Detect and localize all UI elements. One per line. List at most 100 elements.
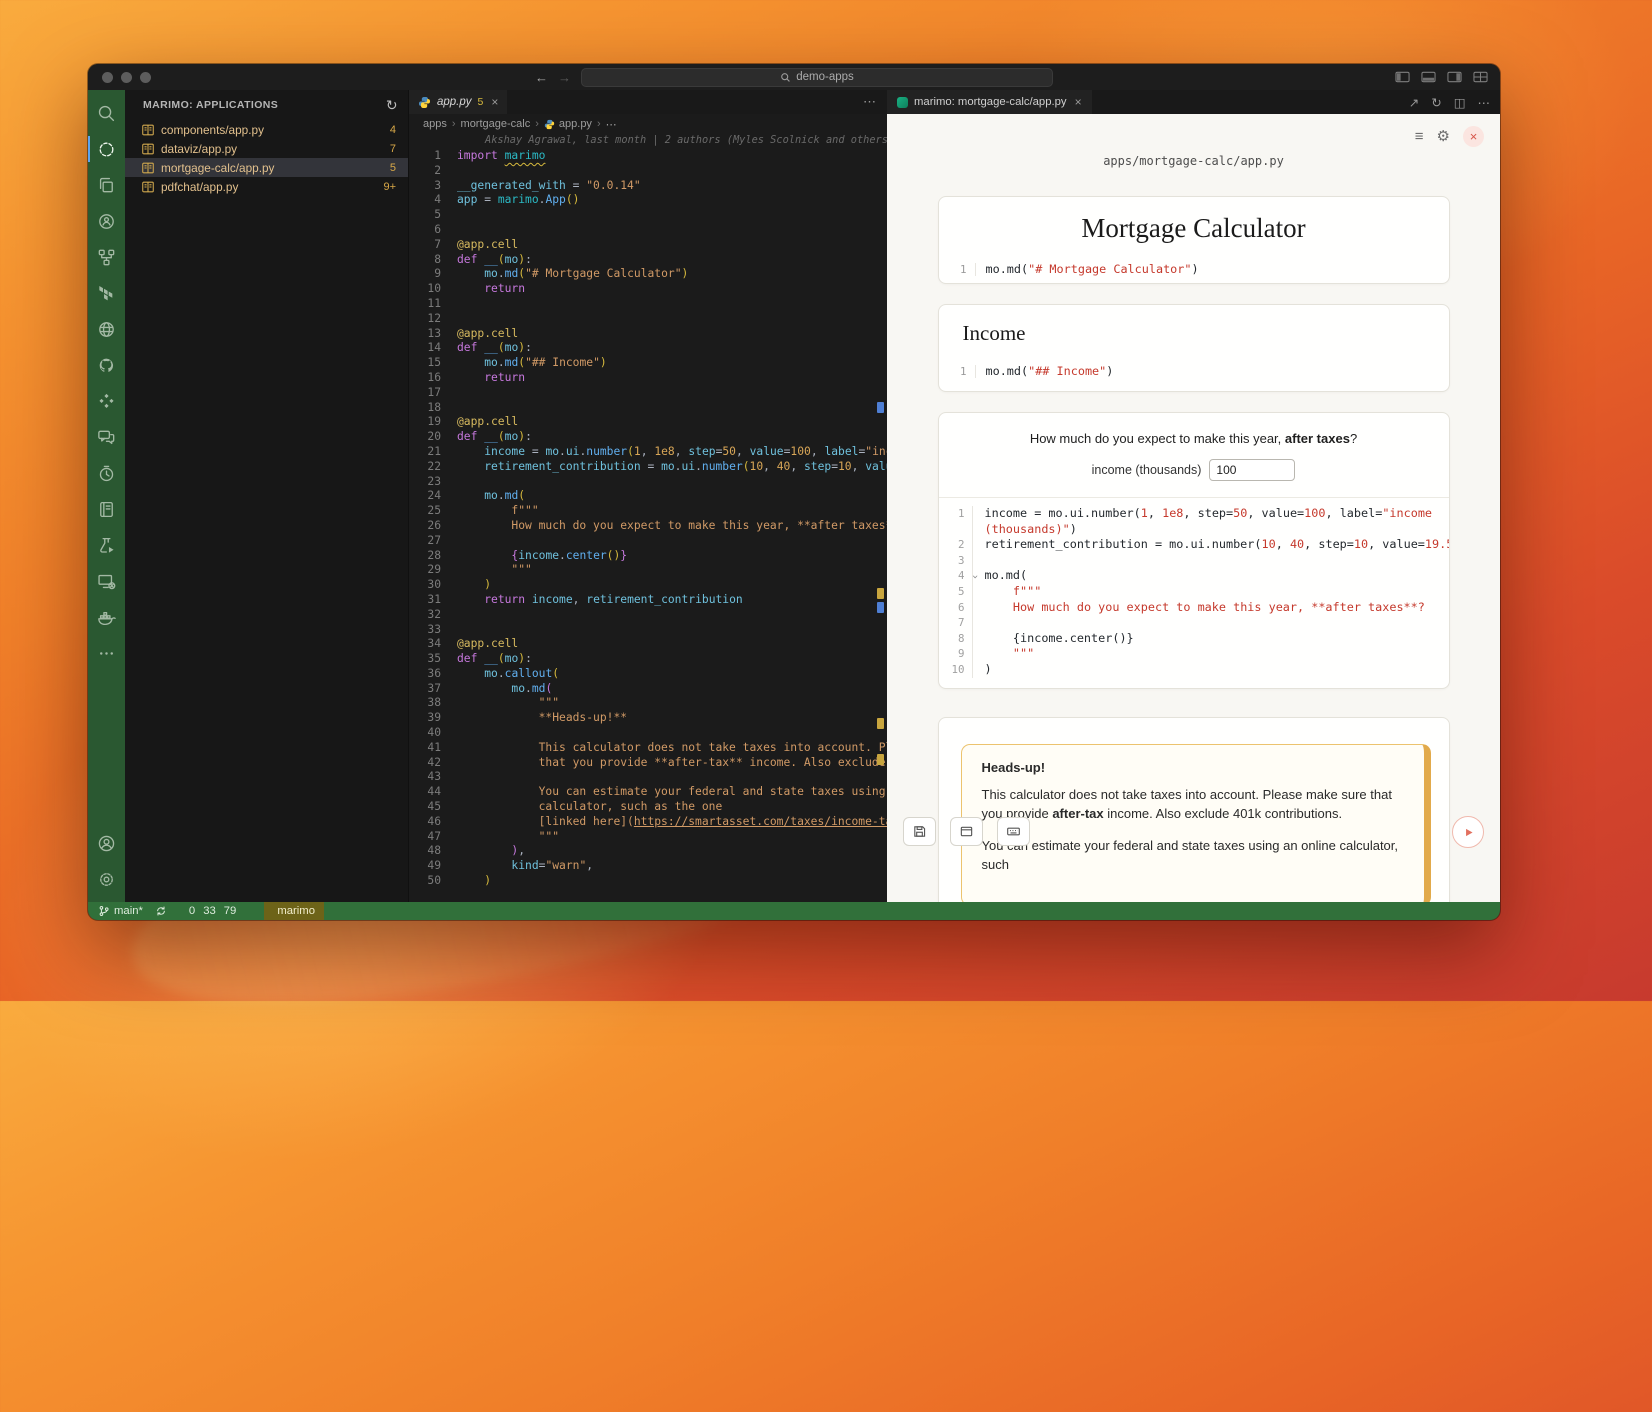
- copy-files-icon[interactable]: [88, 168, 125, 202]
- search-icon[interactable]: [88, 96, 125, 130]
- toggle-secondary-sidebar-icon[interactable]: [1447, 71, 1462, 83]
- marimo-app-view: ≡ ⚙ × apps/mortgage-calc/app.py Mortgage…: [887, 114, 1500, 902]
- notebook-icon[interactable]: [88, 492, 125, 526]
- timer-icon[interactable]: [88, 456, 125, 490]
- sync-changes-button[interactable]: [155, 902, 167, 920]
- problems-status[interactable]: 0 33 79: [185, 905, 236, 917]
- code-line: 42 that you provide **after-tax** income…: [409, 756, 887, 771]
- code-line: 36 mo.callout(: [409, 667, 887, 682]
- line-number: 7: [939, 615, 972, 631]
- python-icon: [418, 96, 431, 109]
- cell-code-line: 3: [939, 553, 1449, 569]
- breadcrumb-item[interactable]: ⋯: [606, 118, 617, 131]
- test-run-icon[interactable]: [88, 528, 125, 562]
- sidebar-item-dataviz-app-py[interactable]: dataviz/app.py7: [125, 139, 408, 158]
- vscode-window: ← → demo-apps MARIMO: APPLICATIONS ↻ com…: [88, 64, 1500, 920]
- breadcrumb: apps›mortgage-calc›app.py›⋯: [409, 114, 887, 134]
- docker-icon[interactable]: [88, 600, 125, 634]
- callout-title: Heads-up!: [982, 760, 1404, 775]
- line-number: 50: [409, 874, 457, 889]
- tab-marimo-preview[interactable]: marimo: mortgage-calc/app.py ×: [887, 90, 1092, 114]
- line-number: 19: [409, 415, 457, 430]
- tab-app-py[interactable]: app.py 5 ×: [409, 90, 507, 114]
- sidebar-item-components-app-py[interactable]: components/app.py4: [125, 120, 408, 139]
- keyboard-button[interactable]: [997, 817, 1030, 846]
- navigate-forward-button[interactable]: →: [558, 70, 571, 85]
- toggle-primary-sidebar-icon[interactable]: [1395, 71, 1410, 83]
- comments-icon[interactable]: [88, 420, 125, 454]
- breadcrumb-item[interactable]: app.py: [544, 118, 592, 130]
- code-line: 13@app.cell: [409, 327, 887, 342]
- ruler-change-mark: [877, 718, 884, 729]
- save-button[interactable]: [903, 817, 936, 846]
- fold-chevron-icon[interactable]: ›: [967, 574, 983, 581]
- line-number: 18: [409, 401, 457, 416]
- line-number: 7: [409, 238, 457, 253]
- zoom-window-button[interactable]: [140, 72, 151, 83]
- marimo-status-item[interactable]: marimo: [264, 902, 324, 920]
- line-number: 9: [939, 646, 972, 662]
- github-icon[interactable]: [88, 348, 125, 382]
- globe-icon[interactable]: [88, 312, 125, 346]
- sidebar-item-pdfchat-app-py[interactable]: pdfchat/app.py9+: [125, 177, 408, 196]
- app-title: Mortgage Calculator: [939, 213, 1449, 244]
- line-number: 10: [409, 282, 457, 297]
- refresh-icon[interactable]: ↻: [386, 97, 398, 114]
- line-number: [939, 522, 972, 538]
- panel-tab-label: marimo: mortgage-calc/app.py: [914, 96, 1067, 108]
- marimo-extension-icon[interactable]: [88, 132, 125, 166]
- more-actions-icon[interactable]: ⋯: [1478, 95, 1491, 110]
- overview-ruler[interactable]: [877, 174, 885, 902]
- line-number: 20: [409, 430, 457, 445]
- pieces-icon[interactable]: [88, 384, 125, 418]
- settings-icon[interactable]: [88, 862, 125, 896]
- sidebar-item-mortgage-calc-app-py[interactable]: mortgage-calc/app.py5: [125, 158, 408, 177]
- run-button[interactable]: [1452, 816, 1484, 848]
- account-icon[interactable]: [88, 826, 125, 860]
- git-branch-status[interactable]: main*: [98, 902, 143, 920]
- breadcrumb-item[interactable]: apps: [423, 118, 447, 130]
- line-number: 26: [409, 519, 457, 534]
- code-line: 46 [linked here](https://smartasset.com/…: [409, 815, 887, 830]
- remote-explorer-icon[interactable]: [88, 564, 125, 598]
- code-line: 7@app.cell: [409, 238, 887, 253]
- navigate-back-button[interactable]: ←: [535, 70, 548, 85]
- more-icon[interactable]: [88, 636, 125, 670]
- close-tab-icon[interactable]: ×: [1075, 95, 1082, 109]
- terraform-icon[interactable]: [88, 276, 125, 310]
- test-explorer-icon[interactable]: [88, 204, 125, 238]
- minimize-window-button[interactable]: [121, 72, 132, 83]
- menu-icon[interactable]: ≡: [1415, 129, 1424, 144]
- cell-count-badge: 9+: [383, 181, 396, 193]
- code-editor[interactable]: 1import marimo23__generated_with = "0.0.…: [409, 149, 887, 902]
- symbols-icon[interactable]: [88, 240, 125, 274]
- line-number: 48: [409, 844, 457, 859]
- income-input[interactable]: [1209, 459, 1295, 481]
- editor-actions-more-icon[interactable]: ⋯: [863, 94, 877, 110]
- reload-icon[interactable]: ↻: [1431, 95, 1441, 110]
- activity-bar: [88, 90, 125, 902]
- line-number: 21: [409, 445, 457, 460]
- cell-code[interactable]: mo.md("# Mortgage Calculator"): [976, 262, 1199, 276]
- close-app-icon[interactable]: ×: [1463, 126, 1484, 147]
- cell-code-block[interactable]: 1income = mo.ui.number(1, 1e8, step=50, …: [939, 497, 1449, 688]
- window-button[interactable]: [950, 817, 983, 846]
- breadcrumb-item[interactable]: mortgage-calc: [461, 118, 531, 130]
- marimo-icon: [897, 97, 908, 108]
- command-center-search[interactable]: demo-apps: [581, 68, 1053, 87]
- open-in-editor-icon[interactable]: ↗: [1409, 95, 1419, 110]
- close-window-button[interactable]: [102, 72, 113, 83]
- line-number: 16: [409, 371, 457, 386]
- gear-icon[interactable]: ⚙: [1437, 129, 1450, 144]
- customize-layout-icon[interactable]: [1473, 71, 1488, 83]
- tab-label: app.py: [437, 96, 472, 108]
- split-editor-icon[interactable]: ◫: [1454, 95, 1466, 110]
- sidebar: MARIMO: APPLICATIONS ↻ components/app.py…: [125, 90, 409, 902]
- code-line: 5: [409, 208, 887, 223]
- close-tab-icon[interactable]: ×: [491, 95, 498, 109]
- toggle-panel-icon[interactable]: [1421, 71, 1436, 83]
- cell-code-line: 1income = mo.ui.number(1, 1e8, step=50, …: [939, 506, 1449, 522]
- cell-code[interactable]: mo.md("## Income"): [976, 364, 1114, 378]
- code-line: 1import marimo: [409, 149, 887, 164]
- line-number: 8: [409, 253, 457, 268]
